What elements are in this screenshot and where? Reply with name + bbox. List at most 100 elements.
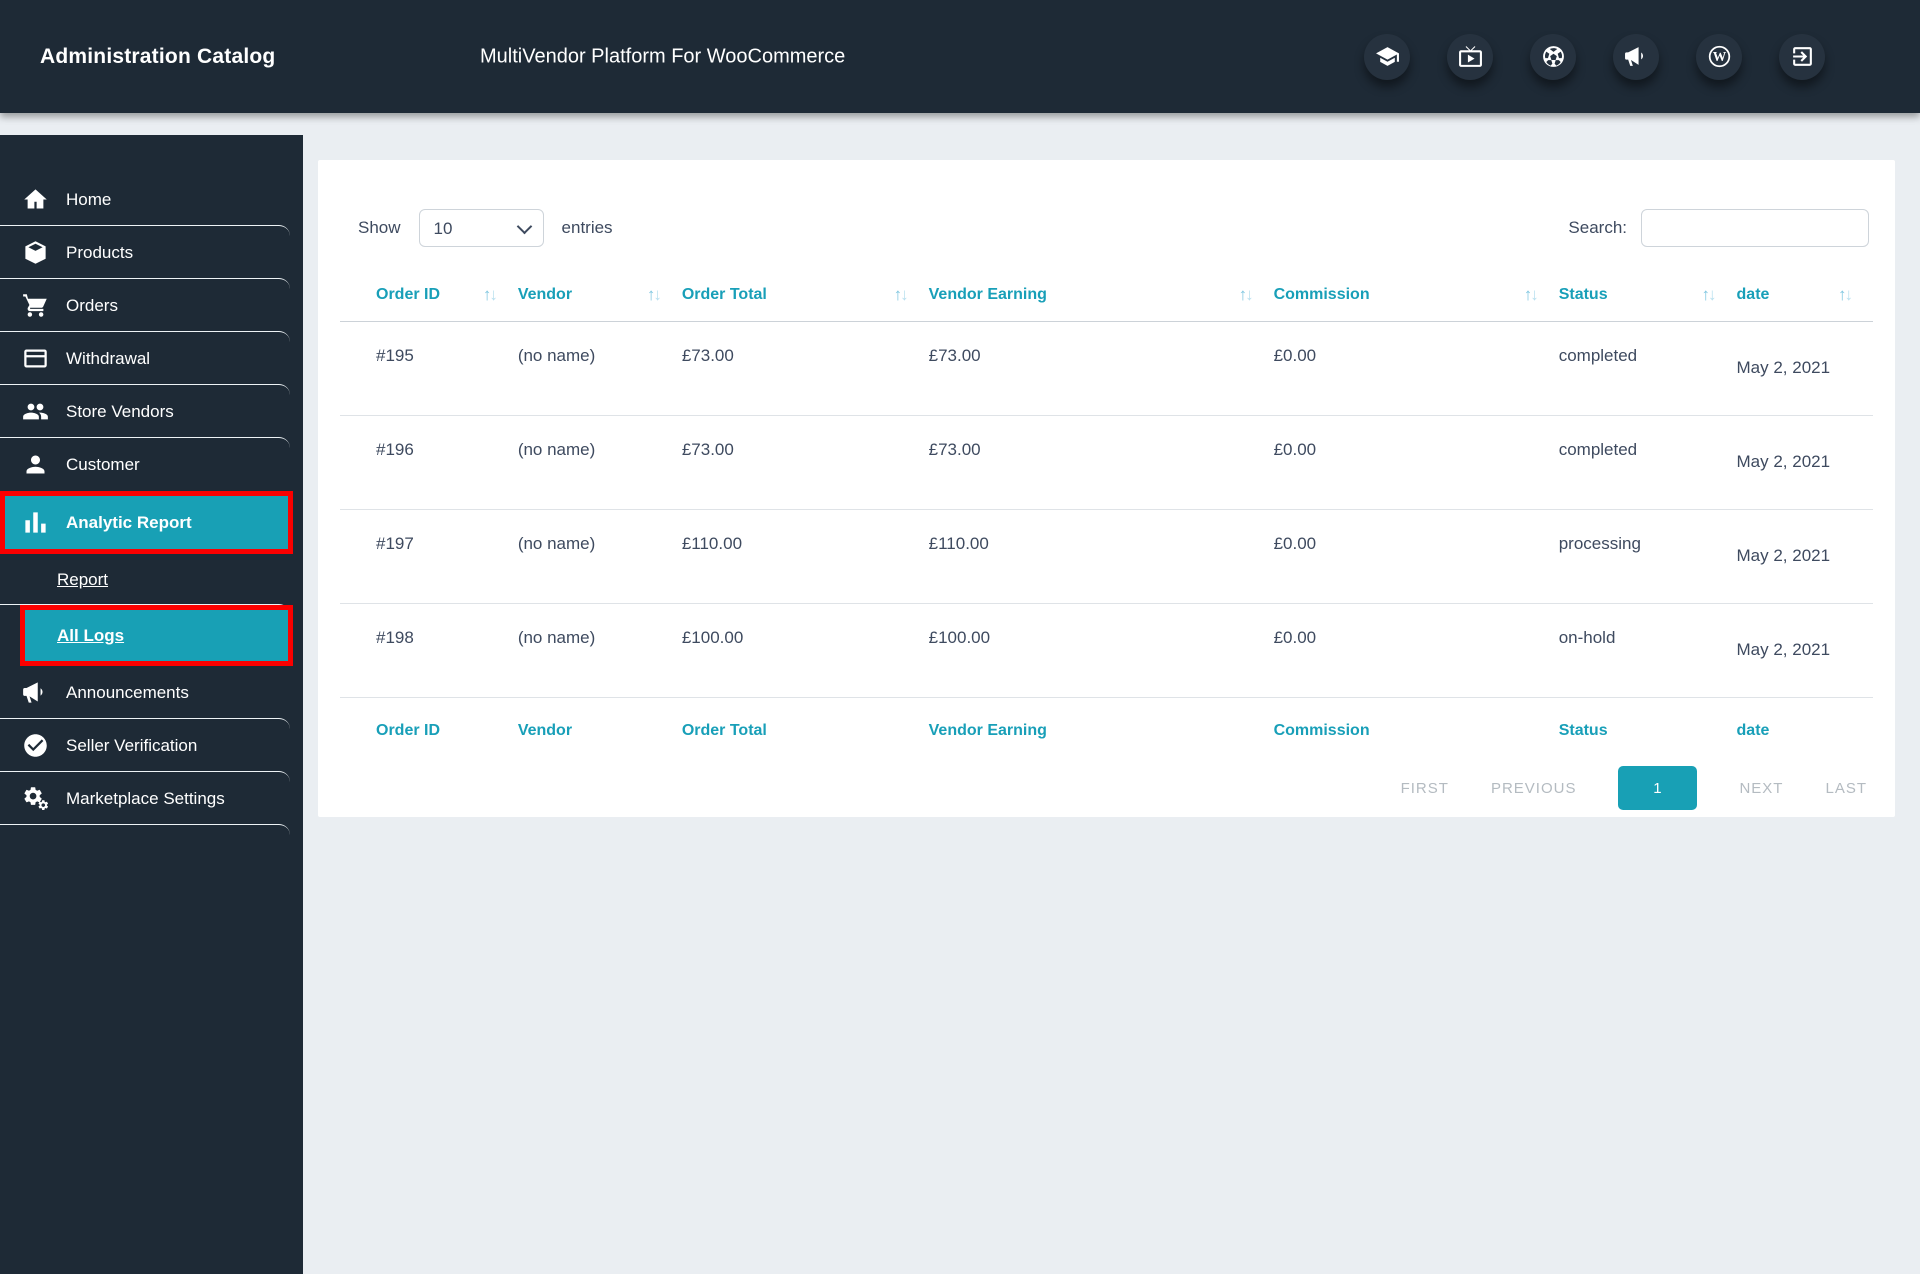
table-header-row: Order ID ↑↓ Vendor ↑↓ Order Total ↑↓ Vendor… <box>340 277 1873 322</box>
cell-order-total: £110.00 <box>681 509 929 604</box>
cell-status: completed <box>1558 415 1737 510</box>
gears-icon <box>24 787 48 810</box>
main-area: Show 10 entries Search: Order ID ↑↓ Vend… <box>303 113 1920 1274</box>
soccer-ball-icon[interactable] <box>1530 33 1576 80</box>
search-control: Search: <box>1568 209 1869 247</box>
cell-date: May 2, 2021 <box>1736 603 1873 698</box>
sidebar-item-label: Analytic Report <box>66 512 192 532</box>
page-length-select-wrap: 10 <box>418 209 544 247</box>
sidebar-item-withdrawal[interactable]: Withdrawal <box>0 332 303 385</box>
sidebar-item-marketplace-settings[interactable]: Marketplace Settings <box>0 772 303 825</box>
sort-icon: ↑↓ <box>1838 285 1853 304</box>
bar-chart-icon <box>25 512 46 533</box>
show-label: Show <box>358 218 401 237</box>
sidebar-item-customer[interactable]: Customer <box>0 438 303 491</box>
footer-column-date: date <box>1736 722 1770 739</box>
sidebar-item-home[interactable]: Home <box>0 173 303 226</box>
cell-commission: £0.00 <box>1273 415 1559 510</box>
cell-date: May 2, 2021 <box>1736 415 1873 510</box>
box-icon <box>25 241 46 264</box>
sidebar-item-products[interactable]: Products <box>0 226 303 279</box>
cell-status: processing <box>1558 509 1737 604</box>
table-row: #198 (no name) £100.00 £100.00 £0.00 on-… <box>340 603 1873 698</box>
megaphone-icon <box>23 682 43 703</box>
cell-vendor: (no name) <box>517 509 682 604</box>
cell-date: May 2, 2021 <box>1736 321 1873 416</box>
sidebar: Home Products Orders Withdrawal Store Ve… <box>0 135 303 1274</box>
wordpress-icon[interactable]: W <box>1696 33 1742 80</box>
credit-card-icon <box>24 349 47 368</box>
table-row: #197 (no name) £110.00 £110.00 £0.00 pro… <box>340 509 1873 604</box>
sidebar-item-orders[interactable]: Orders <box>0 279 303 332</box>
cell-order-total: £73.00 <box>681 415 929 510</box>
column-header-date[interactable]: date ↑↓ <box>1736 277 1873 322</box>
brand-title: Administration Catalog <box>40 44 276 68</box>
column-header-vendor-earning[interactable]: Vendor Earning ↑↓ <box>928 277 1274 322</box>
cell-vendor: (no name) <box>517 321 682 416</box>
search-input[interactable] <box>1641 209 1869 247</box>
column-header-vendor[interactable]: Vendor ↑↓ <box>517 277 682 322</box>
user-icon <box>26 455 45 474</box>
footer-column-vendor: Vendor <box>517 722 573 739</box>
pagination-next[interactable]: NEXT <box>1739 780 1783 797</box>
pagination-current-page[interactable]: 1 <box>1618 766 1698 810</box>
sidebar-item-label: Home <box>66 189 112 209</box>
footer-column-order-id: Order ID <box>376 722 441 739</box>
pagination-last[interactable]: LAST <box>1825 780 1867 797</box>
education-icon[interactable] <box>1364 33 1410 80</box>
sidebar-item-announcements[interactable]: Announcements <box>0 666 303 719</box>
sidebar-item-seller-verification[interactable]: Seller Verification <box>0 719 303 772</box>
pagination-first[interactable]: FIRST <box>1401 780 1449 797</box>
footer-column-order-total: Order Total <box>681 722 767 739</box>
footer-column-status: Status <box>1558 722 1608 739</box>
cell-order-id: #195 <box>340 321 518 416</box>
sidebar-item-label: Report <box>57 569 109 589</box>
sort-icon: ↑↓ <box>1238 285 1254 304</box>
table-footer-header-row: Order ID Vendor Order Total Vendor Earni… <box>340 698 1873 751</box>
page-title: MultiVendor Platform For WooCommerce <box>480 45 846 67</box>
table-row: #196 (no name) £73.00 £73.00 £0.00 compl… <box>340 415 1873 510</box>
cell-date: May 2, 2021 <box>1736 509 1873 604</box>
table-controls: Show 10 entries Search: <box>340 160 1873 247</box>
sidebar-item-analytic-report[interactable]: Analytic Report <box>0 491 293 554</box>
cell-commission: £0.00 <box>1273 603 1559 698</box>
pagination: FIRST PREVIOUS 1 NEXT LAST <box>340 766 1867 810</box>
exit-icon[interactable] <box>1779 33 1825 80</box>
live-tv-icon[interactable] <box>1447 33 1493 80</box>
pagination-previous[interactable]: PREVIOUS <box>1491 780 1577 797</box>
column-header-commission[interactable]: Commission ↑↓ <box>1273 277 1559 322</box>
page-length-select[interactable]: 10 <box>418 209 544 247</box>
sort-icon: ↑↓ <box>893 285 909 304</box>
cell-status: completed <box>1558 321 1737 416</box>
sidebar-item-label: Seller Verification <box>66 735 198 755</box>
sidebar-item-label: Announcements <box>66 682 189 702</box>
cell-vendor-earning: £100.00 <box>928 603 1274 698</box>
sidebar-item-label: Orders <box>66 295 118 315</box>
entries-label: entries <box>561 218 613 237</box>
sidebar-item-store-vendors[interactable]: Store Vendors <box>0 385 303 438</box>
sidebar-item-label: Marketplace Settings <box>66 788 225 808</box>
column-header-order-id[interactable]: Order ID ↑↓ <box>340 277 518 322</box>
cell-commission: £0.00 <box>1273 321 1559 416</box>
sidebar-item-all-logs[interactable]: All Logs <box>20 605 293 666</box>
column-header-order-total[interactable]: Order Total ↑↓ <box>681 277 929 322</box>
sidebar-item-report[interactable]: Report <box>0 554 303 605</box>
logs-table-card: Show 10 entries Search: Order ID ↑↓ Vend… <box>318 160 1895 817</box>
sort-icon: ↑↓ <box>482 285 498 304</box>
cell-vendor: (no name) <box>517 415 682 510</box>
sort-icon: ↑↓ <box>646 285 662 304</box>
cell-vendor-earning: £110.00 <box>928 509 1274 604</box>
search-label: Search: <box>1568 218 1627 237</box>
check-circle-icon <box>24 734 47 757</box>
cell-order-id: #197 <box>340 509 518 604</box>
cell-vendor-earning: £73.00 <box>928 415 1274 510</box>
top-header-bar: Administration Catalog MultiVendor Platf… <box>0 0 1920 113</box>
home-icon <box>24 189 47 209</box>
cell-vendor-earning: £73.00 <box>928 321 1274 416</box>
users-icon <box>23 403 48 420</box>
column-header-status[interactable]: Status ↑↓ <box>1558 277 1737 322</box>
footer-column-commission: Commission <box>1273 722 1370 739</box>
page-length-control: Show 10 entries <box>358 209 613 247</box>
megaphone-icon[interactable] <box>1613 33 1659 80</box>
svg-text:W: W <box>1712 49 1726 64</box>
